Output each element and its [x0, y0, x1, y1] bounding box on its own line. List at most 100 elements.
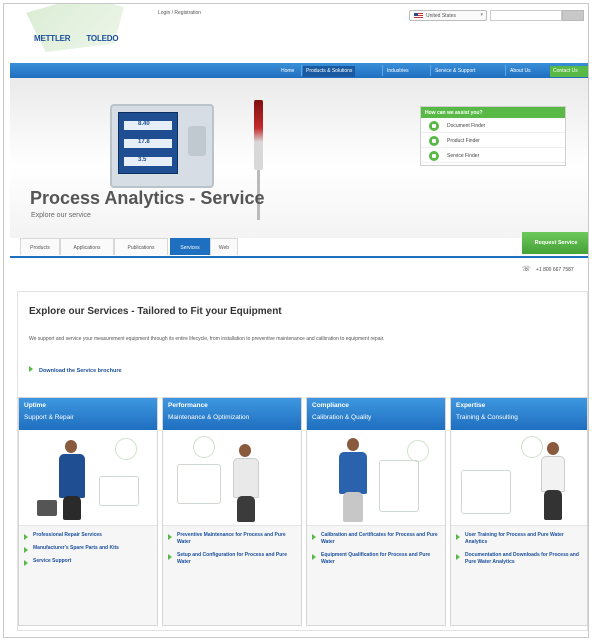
logo-name-right: TOLEDO	[86, 34, 119, 43]
card-title: Uptime	[24, 402, 47, 409]
device-value: 17.8	[124, 139, 172, 148]
card-subtitle: Training & Consulting	[456, 414, 518, 421]
section-title: Explore our Services - Tailored to Fit y…	[29, 306, 282, 317]
nav-item-service[interactable]: Service & Support	[432, 66, 478, 77]
assist-item-label: Document Finder	[447, 123, 486, 129]
assist-item-document-finder[interactable]: Document Finder	[421, 118, 565, 133]
tab-web[interactable]: Web	[210, 238, 238, 255]
logo[interactable]: METTLER TOLEDO	[4, 4, 144, 66]
assist-item-label: Product Finder	[447, 138, 480, 144]
service-card-performance: Performance Maintenance & Optimization P…	[162, 397, 302, 626]
nav-divider	[301, 65, 302, 76]
card-links: Preventive Maintenance for Process and P…	[163, 526, 301, 566]
card-link[interactable]: Calibration and Certificates for Process…	[311, 532, 441, 546]
person-body	[541, 456, 565, 492]
card-subtitle: Support & Repair	[24, 414, 74, 421]
gauge-sketch	[407, 440, 429, 462]
phone-contact[interactable]: ☏ +1 800 667 7587	[522, 266, 574, 273]
tab-publications[interactable]: Publications	[114, 238, 168, 255]
equipment-sketch	[99, 476, 139, 506]
technician-repair-image	[19, 430, 157, 526]
device-value: 3.5	[124, 157, 172, 166]
person-head	[65, 440, 77, 453]
nav-divider	[382, 65, 383, 76]
card-link[interactable]: Setup and Configuration for Process and …	[167, 552, 297, 566]
download-label: Download the Service brochure	[39, 368, 122, 374]
arrow-right-icon	[29, 366, 33, 372]
card-link[interactable]: Equipment Qualification for Process and …	[311, 552, 441, 566]
product-icon	[429, 136, 439, 146]
service-icon	[429, 151, 439, 161]
document-icon	[429, 121, 439, 131]
card-links: Calibration and Certificates for Process…	[307, 526, 445, 566]
download-brochure-link[interactable]: Download the Service brochure	[29, 366, 122, 374]
card-header[interactable]: Compliance Calibration & Quality	[307, 398, 445, 430]
assist-item-product-finder[interactable]: Product Finder	[421, 133, 565, 148]
nav-item-home[interactable]: Home	[278, 66, 297, 77]
country-select[interactable]: United States ▾	[409, 10, 487, 21]
nav-item-products[interactable]: Products & Solutions	[303, 66, 356, 77]
trainees-sketch	[461, 470, 511, 514]
card-link[interactable]: Professional Repair Services	[23, 532, 153, 540]
card-title: Compliance	[312, 402, 349, 409]
chevron-down-icon: ▾	[480, 12, 483, 18]
person-head	[547, 442, 559, 455]
card-link[interactable]: Service Support	[23, 558, 153, 566]
nav-item-industries[interactable]: Industries	[384, 66, 412, 77]
assist-panel: How can we assist you? Document Finder P…	[420, 106, 566, 166]
assist-item-service-finder[interactable]: Service Finder	[421, 148, 565, 163]
logo-shape	[26, 4, 124, 52]
explore-section: Explore our Services - Tailored to Fit y…	[17, 291, 588, 631]
technician-calibration-image	[307, 430, 445, 526]
phone-icon: ☏	[522, 266, 531, 273]
nav-divider	[505, 65, 506, 76]
service-card-uptime: Uptime Support & Repair Professional Rep…	[18, 397, 158, 626]
page-title: Process Analytics - Service	[30, 188, 265, 208]
gauge-sketch	[193, 436, 215, 458]
card-link[interactable]: Preventive Maintenance for Process and P…	[167, 532, 297, 546]
logo-name-left: METTLER	[34, 34, 71, 43]
service-card-compliance: Compliance Calibration & Quality Calibra…	[306, 397, 446, 626]
nav-item-about[interactable]: About Us	[507, 66, 534, 77]
nav-divider	[430, 65, 431, 76]
page-frame: METTLER TOLEDO Login / Registration Unite…	[3, 3, 589, 638]
card-title: Performance	[168, 402, 208, 409]
us-flag-icon	[414, 13, 423, 19]
person-legs	[343, 492, 363, 522]
card-header[interactable]: Performance Maintenance & Optimization	[163, 398, 301, 430]
card-links: User Training for Process and Pure Water…	[451, 526, 587, 566]
request-service-button[interactable]: Request Service	[522, 232, 588, 254]
equipment-sketch	[177, 464, 221, 504]
tab-services[interactable]: Services	[170, 238, 210, 255]
tab-applications[interactable]: Applications	[60, 238, 114, 255]
search-input[interactable]	[490, 10, 562, 21]
search-button[interactable]	[562, 10, 584, 21]
toolcase	[37, 500, 57, 516]
assist-item-label: Service Finder	[447, 153, 480, 159]
person-legs	[63, 496, 81, 520]
login-link[interactable]: Login / Registration	[158, 10, 201, 16]
nav-item-contact[interactable]: Contact Us	[550, 66, 588, 77]
card-links: Professional Repair Services Manufacture…	[19, 526, 157, 566]
hero-banner: 8.40 17.8 3.5 How can we assist you? Doc…	[10, 78, 588, 238]
person-head	[239, 444, 251, 457]
card-subtitle: Calibration & Quality	[312, 414, 372, 421]
person-legs	[544, 490, 562, 520]
card-link[interactable]: Documentation and Downloads for Process …	[455, 552, 583, 566]
card-link[interactable]: User Training for Process and Pure Water…	[455, 532, 583, 546]
main-nav: Home Products & Solutions Industries Ser…	[10, 63, 588, 78]
person-head	[347, 438, 359, 451]
card-header[interactable]: Uptime Support & Repair	[19, 398, 157, 430]
device-value: 8.40	[124, 121, 172, 130]
gauge-sketch	[521, 436, 543, 458]
page-subtitle: Explore our service	[31, 212, 91, 219]
card-link[interactable]: Manufacturer's Spare Parts and Kits	[23, 545, 153, 553]
card-header[interactable]: Expertise Training & Consulting	[451, 398, 587, 430]
person-body	[233, 458, 259, 498]
person-body	[339, 452, 367, 494]
person-body	[59, 454, 85, 498]
phone-number: +1 800 667 7587	[536, 266, 574, 273]
country-label: United States	[426, 13, 457, 19]
card-subtitle: Maintenance & Optimization	[168, 414, 250, 421]
tab-products[interactable]: Products	[20, 238, 60, 255]
